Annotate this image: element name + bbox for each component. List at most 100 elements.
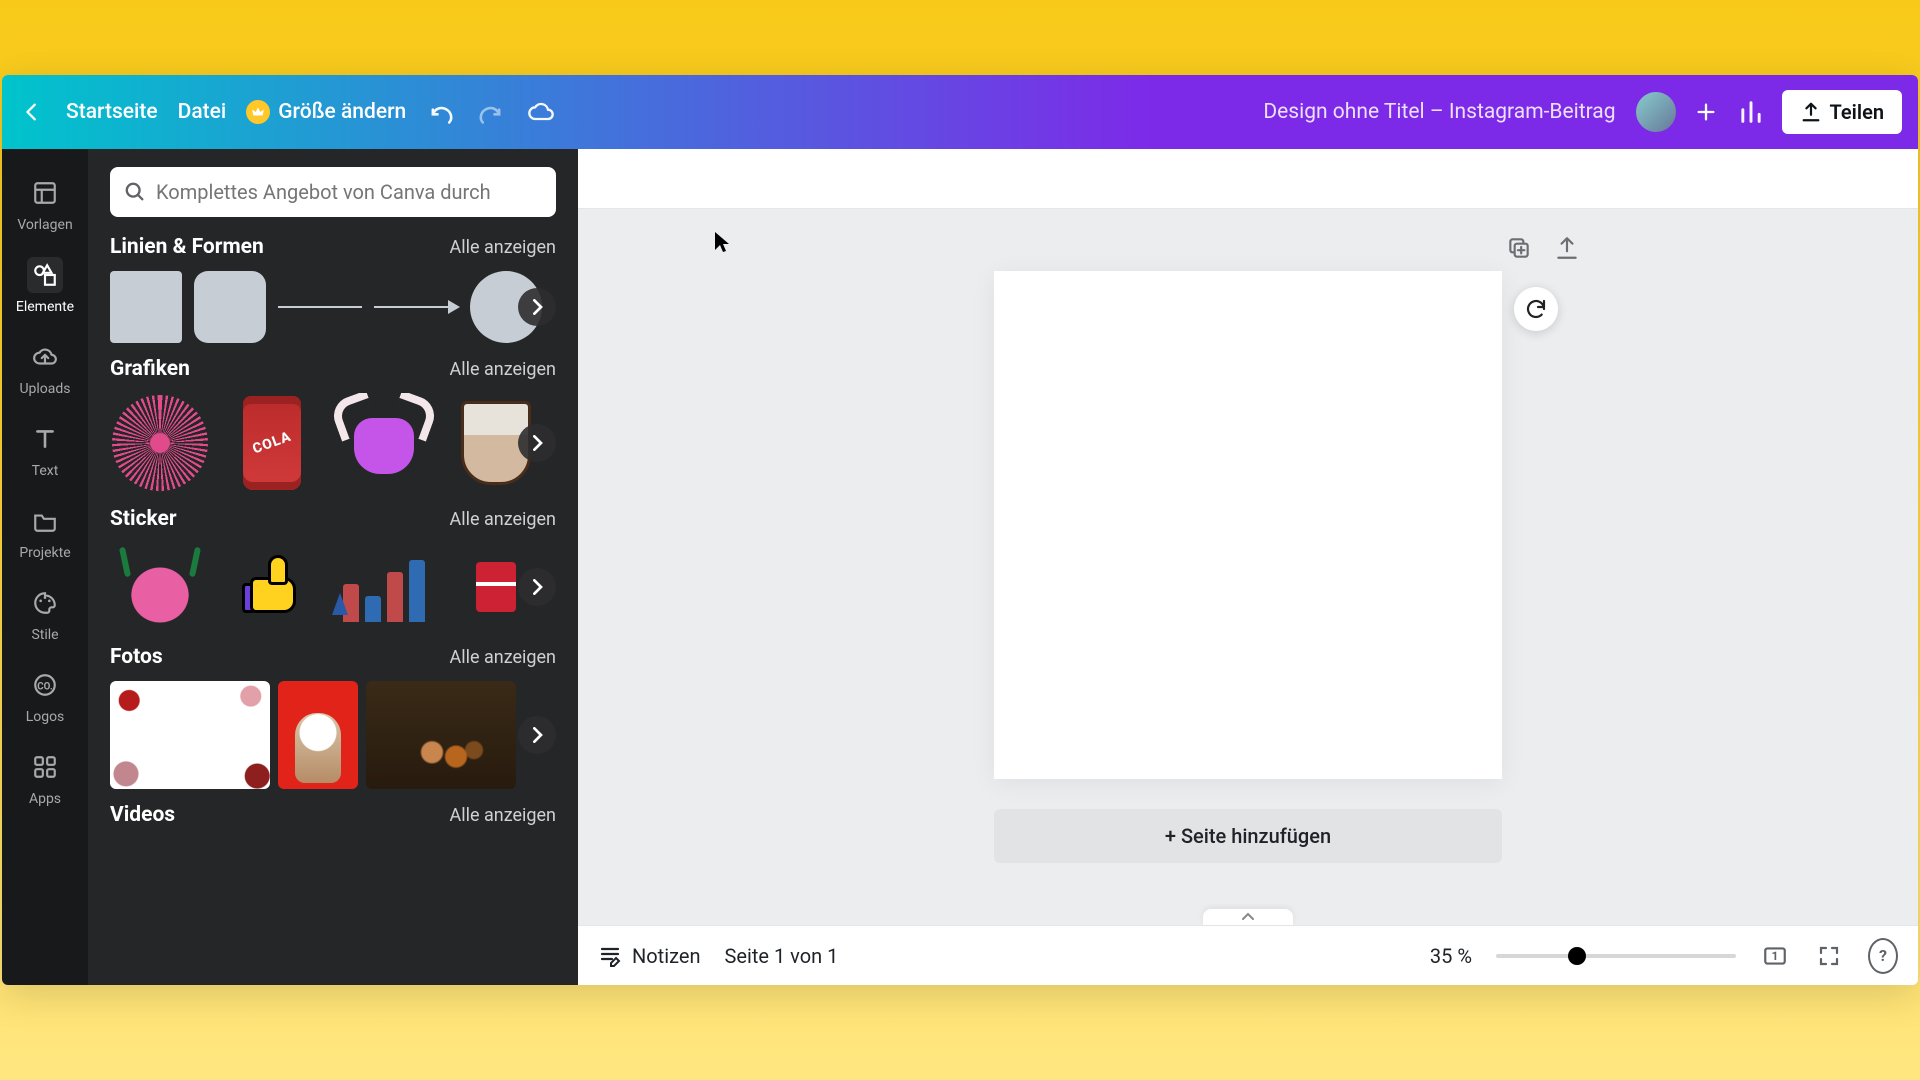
export-page-button[interactable]: [1552, 233, 1582, 263]
rail-logos[interactable]: CO. Logos: [8, 657, 82, 733]
reveal-pages-button[interactable]: [1203, 909, 1293, 925]
bar-chart-icon: [1737, 98, 1765, 126]
sticker-turkey-dinner[interactable]: [110, 543, 210, 631]
sticker-bar-chart[interactable]: [334, 543, 434, 631]
show-all-link[interactable]: Alle anzeigen: [449, 805, 556, 826]
zoom-slider[interactable]: [1496, 954, 1736, 958]
rail-elements[interactable]: Elemente: [8, 247, 82, 323]
notes-button[interactable]: Notizen: [598, 944, 701, 968]
svg-text:CO.: CO.: [37, 681, 53, 692]
scroll-next-button[interactable]: [518, 288, 556, 326]
home-link[interactable]: Startseite: [66, 100, 158, 124]
search-input[interactable]: [156, 180, 542, 204]
shape-rounded-square[interactable]: [194, 271, 266, 343]
refresh-button[interactable]: [1514, 287, 1558, 331]
file-menu[interactable]: Datei: [178, 100, 227, 124]
rail-label: Uploads: [19, 381, 70, 397]
resize-button[interactable]: Größe ändern: [246, 100, 406, 124]
rail-label: Elemente: [16, 299, 74, 315]
sticker-thumbs-up[interactable]: [222, 543, 322, 631]
back-button[interactable]: [18, 98, 46, 126]
show-all-link[interactable]: Alle anzeigen: [449, 237, 556, 258]
rail-text[interactable]: Text: [8, 411, 82, 487]
zoom-percent[interactable]: 35 %: [1430, 944, 1472, 968]
canvas-body[interactable]: + Seite hinzufügen: [578, 209, 1918, 925]
photo-thumbnail[interactable]: [110, 681, 270, 789]
cloud-sync-button[interactable]: [526, 97, 556, 127]
cloud-icon: [527, 98, 555, 126]
analytics-button[interactable]: [1736, 97, 1766, 127]
grid-view-button[interactable]: 1: [1760, 941, 1790, 971]
duplicate-page-button[interactable]: [1504, 233, 1534, 263]
chevron-right-icon: [531, 299, 543, 315]
help-icon: ?: [1868, 938, 1898, 974]
add-page-label: + Seite hinzufügen: [1165, 824, 1331, 848]
section-photos: Fotos Alle anzeigen: [88, 641, 578, 799]
rail-projects[interactable]: Projekte: [8, 493, 82, 569]
user-avatar[interactable]: [1636, 92, 1676, 132]
uploads-icon: [27, 339, 63, 375]
app-window: Startseite Datei Größe ändern Design ohn…: [2, 75, 1918, 985]
rail-label: Projekte: [19, 545, 70, 561]
document-title[interactable]: Design ohne Titel – Instagram-Beitrag: [1263, 100, 1615, 124]
section-graphics: Grafiken Alle anzeigen: [88, 353, 578, 503]
rail-label: Logos: [26, 709, 65, 725]
help-button[interactable]: ?: [1868, 941, 1898, 971]
main: Vorlagen Elemente Uploads Text Projekte …: [2, 149, 1918, 985]
section-title: Sticker: [110, 507, 177, 531]
upload-icon: [1554, 235, 1580, 261]
folder-icon: [27, 503, 63, 539]
zoom-thumb[interactable]: [1568, 947, 1586, 965]
scroll-next-button[interactable]: [518, 716, 556, 754]
graphic-cola-can[interactable]: [222, 393, 322, 493]
canvas-page[interactable]: [994, 271, 1502, 779]
plus-icon: [1695, 101, 1717, 123]
scroll-next-button[interactable]: [518, 568, 556, 606]
redo-button[interactable]: [476, 97, 506, 127]
section-title: Fotos: [110, 645, 163, 669]
crown-icon: [246, 100, 270, 124]
scroll-next-button[interactable]: [518, 424, 556, 462]
notes-icon: [598, 944, 622, 968]
side-rail: Vorlagen Elemente Uploads Text Projekte …: [2, 149, 88, 985]
search-container: [88, 149, 578, 231]
section-title: Grafiken: [110, 357, 190, 381]
show-all-link[interactable]: Alle anzeigen: [449, 509, 556, 530]
chevron-right-icon: [531, 727, 543, 743]
share-label: Teilen: [1830, 100, 1884, 124]
logos-icon: CO.: [27, 667, 63, 703]
page-indicator: Seite 1 von 1: [725, 944, 839, 968]
photo-thumbnail[interactable]: [278, 681, 358, 789]
photo-thumbnail[interactable]: [366, 681, 516, 789]
rail-label: Stile: [31, 627, 58, 643]
refresh-icon: [1524, 297, 1548, 321]
graphic-starburst[interactable]: [110, 393, 210, 493]
show-all-link[interactable]: Alle anzeigen: [449, 359, 556, 380]
fullscreen-button[interactable]: [1814, 941, 1844, 971]
shape-arrow[interactable]: [374, 306, 458, 308]
shape-line[interactable]: [278, 306, 362, 308]
rail-label: Apps: [29, 791, 61, 807]
rail-styles[interactable]: Stile: [8, 575, 82, 651]
chevron-right-icon: [531, 435, 543, 451]
search-field[interactable]: [110, 167, 556, 217]
notes-label: Notizen: [632, 944, 701, 968]
redo-icon: [477, 98, 505, 126]
expand-icon: [1817, 944, 1841, 968]
text-icon: [27, 421, 63, 457]
graphic-bull-head[interactable]: [334, 393, 434, 493]
show-all-link[interactable]: Alle anzeigen: [449, 647, 556, 668]
rail-uploads[interactable]: Uploads: [8, 329, 82, 405]
rail-apps[interactable]: Apps: [8, 739, 82, 815]
section-stickers: Sticker Alle anzeigen: [88, 503, 578, 641]
add-collaborator-button[interactable]: [1692, 98, 1720, 126]
shape-square[interactable]: [110, 271, 182, 343]
share-button[interactable]: Teilen: [1782, 90, 1902, 134]
undo-button[interactable]: [426, 97, 456, 127]
rail-templates[interactable]: Vorlagen: [8, 165, 82, 241]
page-count-badge: 1: [1772, 949, 1779, 963]
section-title: Linien & Formen: [110, 235, 264, 259]
add-page-button[interactable]: + Seite hinzufügen: [994, 809, 1502, 863]
bottom-bar: Notizen Seite 1 von 1 35 % 1: [578, 925, 1918, 985]
resize-label: Größe ändern: [278, 100, 406, 124]
